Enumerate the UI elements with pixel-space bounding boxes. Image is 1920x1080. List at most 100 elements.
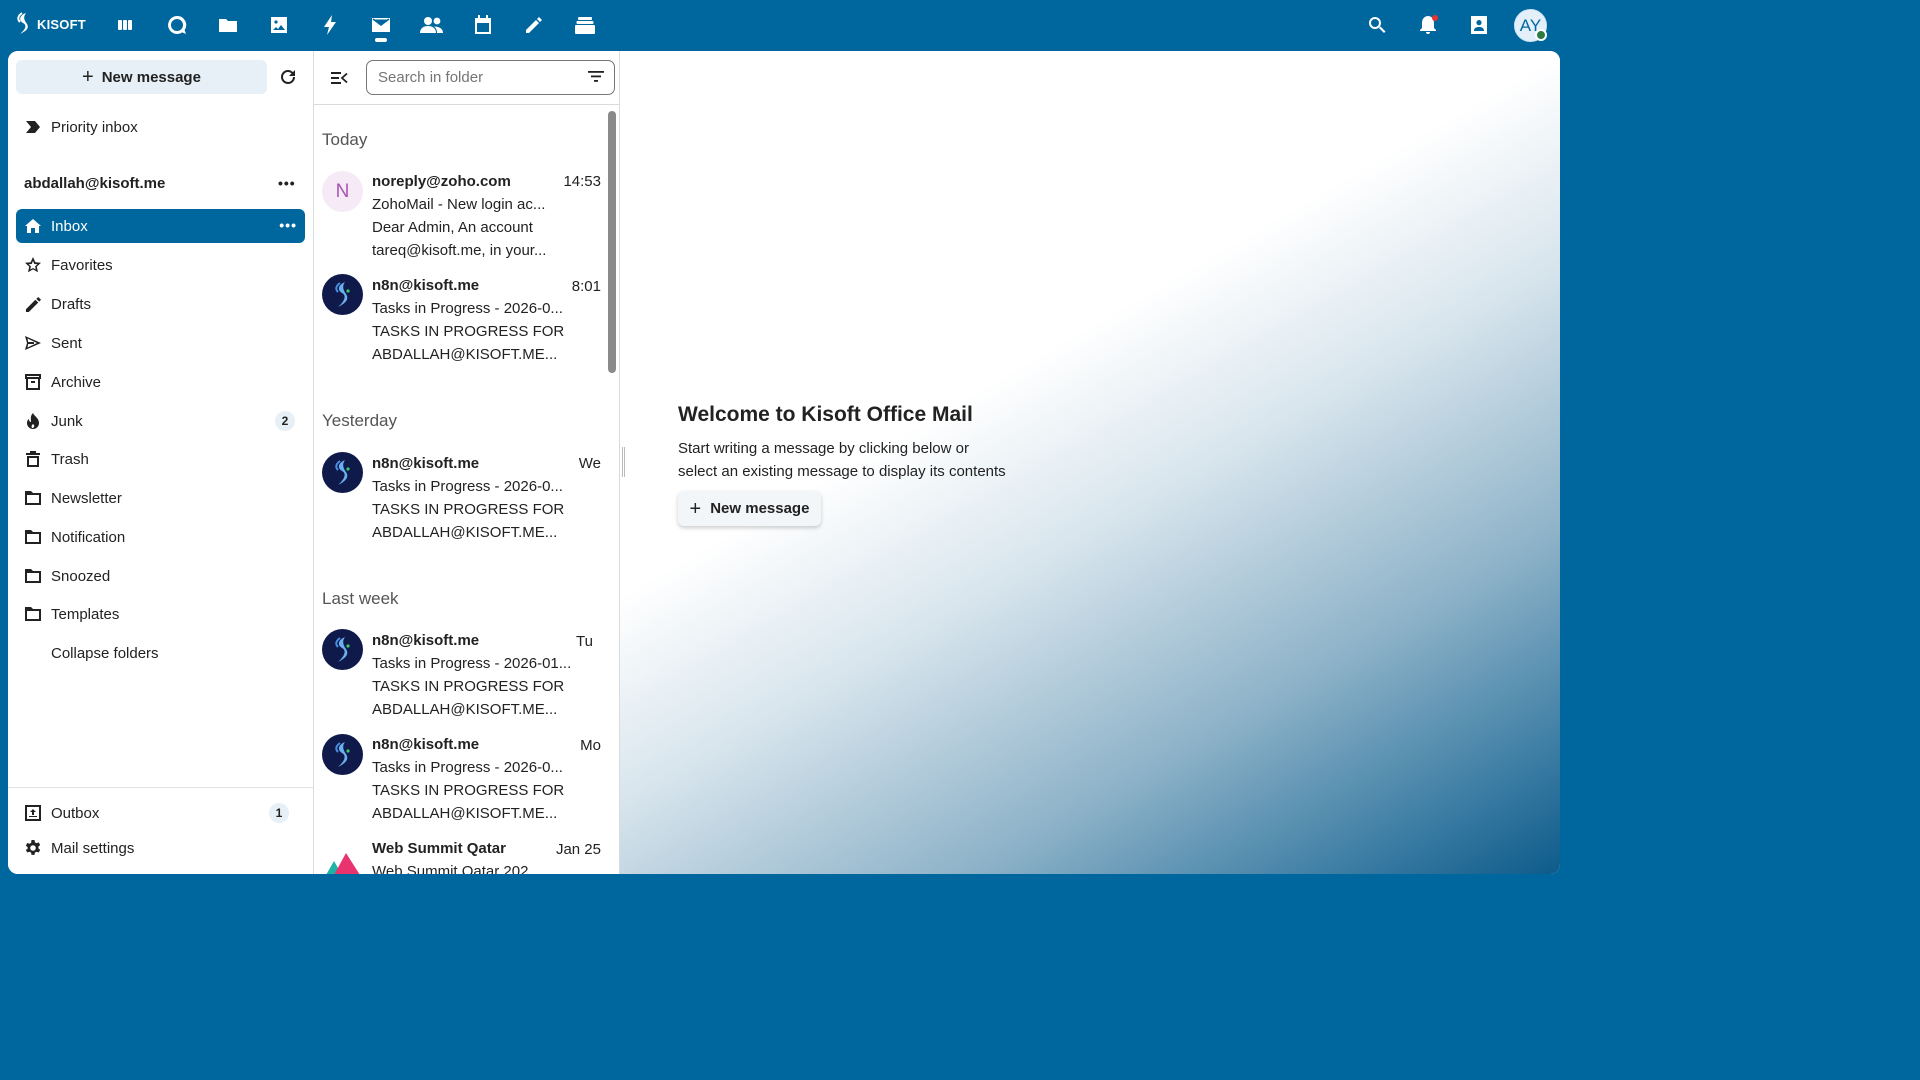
kisoft-avatar-icon <box>322 734 363 775</box>
sidebar-item-label: Mail settings <box>51 839 135 857</box>
message-list: Today N noreply@zoho.com 14:53 ZohoMail … <box>314 51 620 874</box>
dashboard-icon[interactable] <box>112 12 138 38</box>
sidebar-item-newsletter[interactable]: Newsletter <box>16 481 305 515</box>
welcome-text: select an existing message to display it… <box>678 463 1006 480</box>
web-summit-avatar-icon <box>322 842 363 874</box>
mail-icon[interactable] <box>368 12 394 38</box>
new-message-button[interactable]: + New message <box>16 60 267 94</box>
account-more-icon[interactable]: ••• <box>278 175 296 191</box>
message-subject: Tasks in Progress - 2026-0... <box>372 478 563 495</box>
message-preview: ABDALLAH@KISOFT.ME... <box>372 346 558 363</box>
outbox-icon <box>24 804 42 822</box>
message-item[interactable]: n8n@kisoft.me We Tasks in Progress - 202… <box>314 452 609 552</box>
home-icon <box>24 217 42 235</box>
section-yesterday: Yesterday <box>322 411 397 430</box>
top-bar: KISOFT AY <box>0 0 1568 51</box>
activity-icon[interactable] <box>317 12 343 38</box>
inbox-more-icon[interactable]: ••• <box>279 217 297 233</box>
message-subject: Tasks in Progress - 2026-0... <box>372 300 563 317</box>
outbox-count-badge: 1 <box>269 803 289 823</box>
sidebar-item-label: Inbox <box>51 217 88 235</box>
message-time: Tu <box>576 633 593 650</box>
collapse-folders-button[interactable]: Collapse folders <box>16 636 305 670</box>
message-time: 8:01 <box>571 278 601 295</box>
calendar-icon[interactable] <box>470 12 496 38</box>
sidebar-item-label: Drafts <box>51 295 92 313</box>
message-time: Mo <box>580 737 601 754</box>
folder-icon <box>24 567 42 585</box>
collapse-folders-label: Collapse folders <box>51 644 159 662</box>
message-preview: ABDALLAH@KISOFT.ME... <box>372 701 558 718</box>
new-message-label: New message <box>101 68 201 86</box>
contacts-menu-icon[interactable] <box>1466 12 1492 38</box>
sidebar-item-label: Outbox <box>51 804 100 822</box>
resize-handle[interactable] <box>622 447 625 477</box>
notes-icon[interactable] <box>521 12 547 38</box>
message-time: 14:53 <box>563 173 601 190</box>
sidebar-item-favorites[interactable]: Favorites <box>16 248 305 282</box>
sidebar-item-templates[interactable]: Templates <box>16 597 305 631</box>
junk-count-badge: 2 <box>275 411 295 431</box>
pencil-icon <box>24 295 42 313</box>
welcome-new-message-button[interactable]: + New message <box>678 491 821 526</box>
sidebar-item-trash[interactable]: Trash <box>16 442 305 476</box>
message-preview: TASKS IN PROGRESS FOR <box>372 678 565 695</box>
kisoft-avatar-icon <box>322 452 363 493</box>
message-preview: TASKS IN PROGRESS FOR <box>372 323 565 340</box>
account-name: abdallah@kisoft.me <box>24 175 166 192</box>
message-item[interactable]: N noreply@zoho.com 14:53 ZohoMail - New … <box>314 171 609 271</box>
message-list-header <box>314 51 619 105</box>
sidebar-item-notification[interactable]: Notification <box>16 520 305 554</box>
message-subject: Tasks in Progress - 2026-01... <box>372 655 572 672</box>
message-item[interactable]: n8n@kisoft.me 8:01 Tasks in Progress - 2… <box>314 274 609 374</box>
collapse-sidebar-icon[interactable] <box>328 67 350 89</box>
kisoft-avatar-icon <box>322 274 363 315</box>
star-icon <box>24 256 42 274</box>
fire-icon <box>24 412 42 430</box>
brand-logo[interactable]: KISOFT <box>14 12 86 36</box>
sidebar-item-label: Archive <box>51 373 102 391</box>
message-preview: ABDALLAH@KISOFT.ME... <box>372 524 558 541</box>
sidebar-item-junk[interactable]: Junk 2 <box>16 404 305 438</box>
talk-icon[interactable] <box>164 12 190 38</box>
sidebar-item-priority-inbox[interactable]: Priority inbox <box>16 110 305 144</box>
sidebar-item-label: Trash <box>51 450 89 468</box>
sidebar-item-label: Favorites <box>51 256 113 274</box>
refresh-icon[interactable] <box>276 65 300 89</box>
contacts-icon[interactable] <box>419 12 445 38</box>
online-status-icon <box>1535 29 1547 41</box>
main-panel: + New message Priority inbox abdallah@ki… <box>8 51 1560 874</box>
filter-icon[interactable] <box>587 69 605 87</box>
kisoft-avatar-icon <box>322 629 363 670</box>
message-list-scrollbar[interactable] <box>608 111 616 373</box>
message-sender: noreply@zoho.com <box>372 173 511 190</box>
sidebar-item-drafts[interactable]: Drafts <box>16 287 305 321</box>
sidebar-item-label: Snoozed <box>51 567 111 585</box>
message-subject: ZohoMail - New login ac... <box>372 196 546 213</box>
message-item[interactable]: Web Summit Qatar Jan 25 Web Summit Qatar… <box>314 838 609 874</box>
sidebar-item-archive[interactable]: Archive <box>16 365 305 399</box>
photos-icon[interactable] <box>266 12 292 38</box>
message-sender: n8n@kisoft.me <box>372 736 480 753</box>
trash-icon <box>24 450 42 468</box>
active-app-indicator <box>375 38 387 42</box>
message-item[interactable]: n8n@kisoft.me Tu Tasks in Progress - 202… <box>314 629 609 729</box>
mail-settings-button[interactable]: Mail settings <box>16 831 305 865</box>
search-icon[interactable] <box>1364 12 1390 38</box>
deck-icon[interactable] <box>572 12 598 38</box>
sidebar-item-inbox[interactable]: Inbox ••• <box>16 209 305 243</box>
message-subject: Web Summit Qatar 202... <box>372 863 541 874</box>
message-preview: TASKS IN PROGRESS FOR <box>372 782 565 799</box>
message-item[interactable]: n8n@kisoft.me Mo Tasks in Progress - 202… <box>314 734 609 834</box>
navigation-sidebar: + New message Priority inbox abdallah@ki… <box>8 51 314 874</box>
notifications-icon[interactable] <box>1415 12 1441 38</box>
sender-avatar: N <box>322 171 363 212</box>
search-in-folder-input[interactable] <box>366 60 615 95</box>
sidebar-item-snoozed[interactable]: Snoozed <box>16 559 305 593</box>
files-icon[interactable] <box>215 12 241 38</box>
sidebar-item-outbox[interactable]: Outbox 1 <box>16 796 305 830</box>
brand-name: KISOFT <box>37 16 86 32</box>
sidebar-item-label: Notification <box>51 528 126 546</box>
message-preview: tareq@kisoft.me, in your... <box>372 242 547 259</box>
sidebar-item-sent[interactable]: Sent <box>16 326 305 360</box>
